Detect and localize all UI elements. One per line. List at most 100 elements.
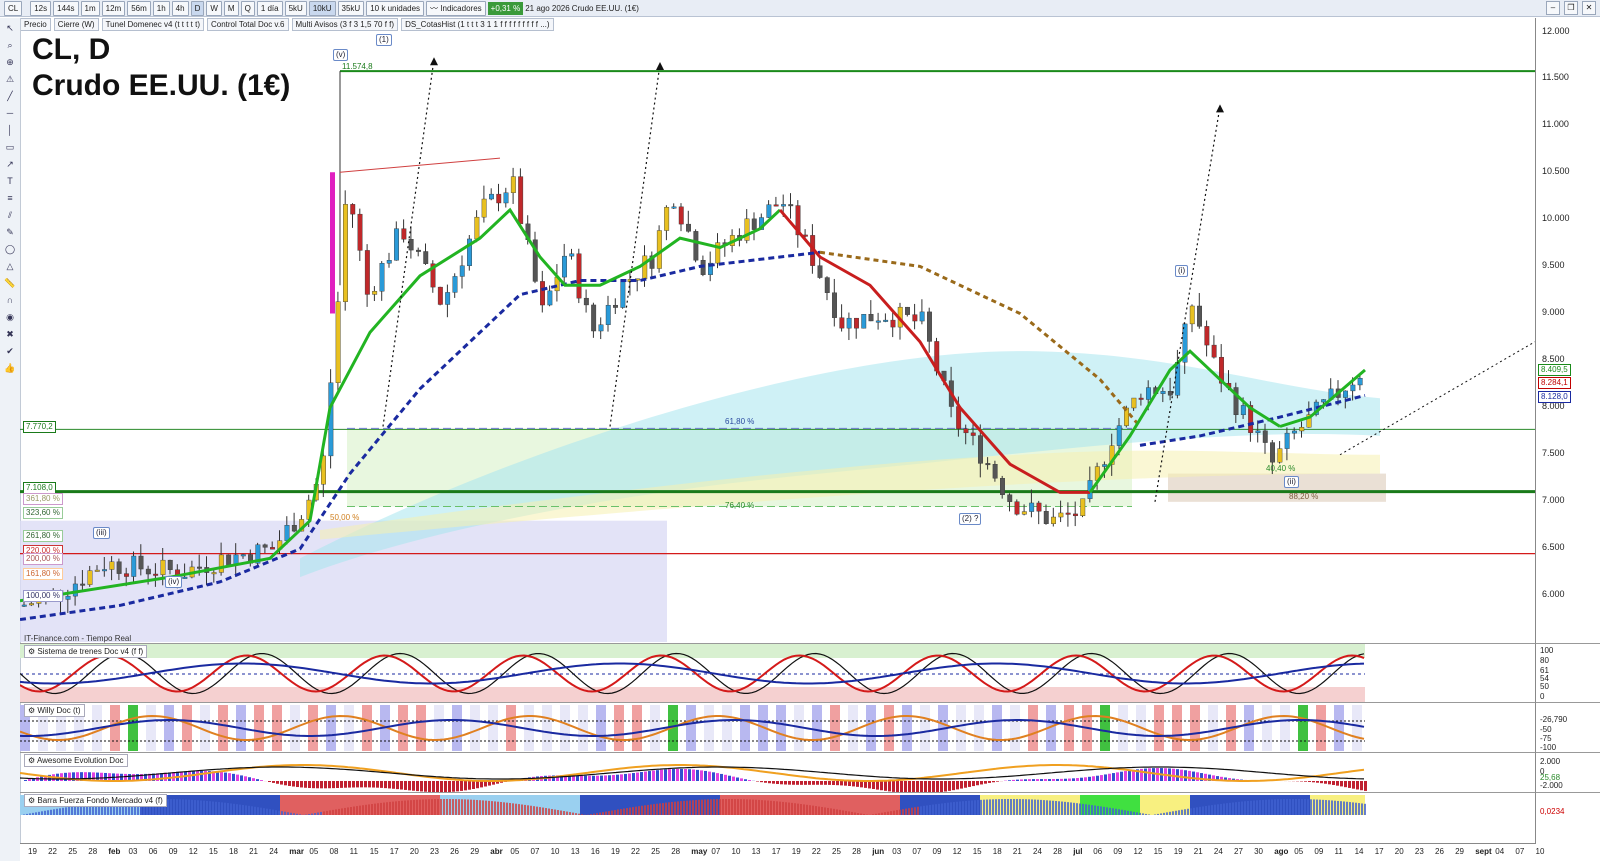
channel-icon[interactable]: ⫽ <box>3 208 17 222</box>
alert-icon[interactable]: ⚠ <box>3 72 17 86</box>
units-selector[interactable]: 10 k unidades <box>366 1 424 16</box>
force-bar <box>473 800 475 815</box>
zoom-icon[interactable]: ⌕ <box>3 38 17 52</box>
force-bar <box>242 805 244 815</box>
force-bar <box>995 799 997 815</box>
settings-icon[interactable]: ⚙ <box>28 756 37 765</box>
force-bar <box>467 800 469 815</box>
candle <box>95 570 100 572</box>
ao-bar <box>1116 772 1119 781</box>
pencil-icon[interactable]: ✎ <box>3 225 17 239</box>
ao-bar <box>1360 781 1363 790</box>
force-bar <box>1253 801 1255 815</box>
volume-5ku[interactable]: 5kU <box>285 1 307 16</box>
pct-label: 161,80 % <box>23 568 63 580</box>
ao-bar <box>700 770 703 781</box>
ao-bar <box>228 773 231 781</box>
candle <box>840 318 845 328</box>
force-bar <box>1184 809 1186 815</box>
rectangle-icon[interactable]: ▭ <box>3 140 17 154</box>
candle <box>548 291 553 305</box>
ao-bar <box>376 781 379 788</box>
period-selector[interactable]: 1 día <box>257 1 283 16</box>
timeframe-q[interactable]: Q <box>241 1 255 16</box>
timeframe-1m[interactable]: 1m <box>81 1 100 16</box>
indicator-chip[interactable]: Tunel Domenec v4 (t t t t t) <box>102 18 204 31</box>
timeframe-56m[interactable]: 56m <box>127 1 151 16</box>
panel-title[interactable]: ⚙ Sistema de trenes Doc v4 (f f) <box>24 645 147 658</box>
cursor-icon[interactable]: ↖ <box>3 21 17 35</box>
force-bar <box>650 804 652 815</box>
settings-icon[interactable]: ⚙ <box>28 796 37 805</box>
trash-icon[interactable]: ✖ <box>3 327 17 341</box>
horizontal-line-icon[interactable]: ─ <box>3 106 17 120</box>
ao-bar <box>1332 781 1335 785</box>
ao-bar <box>332 781 335 788</box>
ao-bar <box>1108 774 1111 781</box>
indicator-chip[interactable]: Precio <box>20 18 51 31</box>
magnet-icon[interactable]: ∩ <box>3 293 17 307</box>
panel-title[interactable]: ⚙ Awesome Evolution Doc <box>24 754 128 767</box>
indicator-chip[interactable]: Control Total Doc v.6 <box>207 18 289 31</box>
willy-bar <box>722 705 732 751</box>
panel-title[interactable]: ⚙ Willy Doc (t) <box>24 704 85 717</box>
timeframe-144s[interactable]: 144s <box>53 1 78 16</box>
indicators-button[interactable]: 〰 Indicadores <box>426 1 486 16</box>
indicator-chip[interactable]: DS_CotasHist (1 t t t 3 1 1 f f f f f f … <box>401 18 554 31</box>
force-bar <box>857 813 859 815</box>
price-axis[interactable]: 12.000 11.500 11.000 10.500 10.000 9.500… <box>1535 18 1600 643</box>
minimize-icon[interactable]: – <box>1546 1 1560 15</box>
willy-bar <box>1208 705 1218 751</box>
text-icon[interactable]: T <box>3 174 17 188</box>
force-bar <box>230 803 232 815</box>
timeframe-m[interactable]: M <box>224 1 239 16</box>
candle <box>591 305 596 331</box>
close-icon[interactable]: ✕ <box>1582 1 1596 15</box>
candle <box>1285 433 1290 448</box>
ao-bar <box>880 781 883 790</box>
zoom-area-icon[interactable]: ⊕ <box>3 55 17 69</box>
timeframe-4h[interactable]: 4h <box>172 1 189 16</box>
wave-label: (1) <box>376 34 392 46</box>
eye-icon[interactable]: ◉ <box>3 310 17 324</box>
timeframe-12m[interactable]: 12m <box>102 1 126 16</box>
candle <box>66 596 71 599</box>
timeframe-d[interactable]: D <box>191 1 205 16</box>
volume-35ku[interactable]: 35kU <box>338 1 365 16</box>
ao-bar <box>1008 780 1011 781</box>
force-bar <box>1067 802 1069 815</box>
restore-icon[interactable]: ❐ <box>1564 1 1578 15</box>
settings-icon[interactable]: ⚙ <box>28 706 37 715</box>
vertical-line-icon[interactable]: │ <box>3 123 17 137</box>
force-bar <box>44 811 46 815</box>
panel-title[interactable]: ⚙ Barra Fuerza Fondo Mercado v4 (f) <box>24 794 167 807</box>
timeframe-w[interactable]: W <box>206 1 222 16</box>
timeframe-12s[interactable]: 12s <box>30 1 51 16</box>
volume-10ku[interactable]: 10kU <box>309 1 336 16</box>
candle <box>1321 399 1326 402</box>
ao-bar <box>576 776 579 781</box>
projection-arrow <box>610 64 660 427</box>
symbol-selector[interactable]: CL <box>4 1 22 16</box>
indicator-chip[interactable]: Multi Avisos (3 f 3 1,5 70 f f) <box>292 18 399 31</box>
indicator-chip[interactable]: Cierre (W) <box>54 18 99 31</box>
date-tick: 06 <box>149 847 158 856</box>
willy-bar <box>182 705 192 751</box>
check-icon[interactable]: ✔ <box>3 344 17 358</box>
force-bar <box>905 809 907 815</box>
arrow-icon[interactable]: ↗ <box>3 157 17 171</box>
fibonacci-icon[interactable]: ≡ <box>3 191 17 205</box>
ellipse-icon[interactable]: ◯ <box>3 242 17 256</box>
timeframe-1h[interactable]: 1h <box>153 1 170 16</box>
price-chart[interactable] <box>20 30 1535 643</box>
thumb-icon[interactable]: 👍 <box>3 361 17 375</box>
settings-icon[interactable]: ⚙ <box>28 647 37 656</box>
force-bar <box>1013 799 1015 815</box>
date-axis[interactable]: 19222528feb0306091215182124mar0508111517… <box>20 843 1535 862</box>
ao-bar <box>1184 770 1187 781</box>
date-tick: 19 <box>611 847 620 856</box>
ruler-icon[interactable]: 📏 <box>3 276 17 290</box>
triangle-icon[interactable]: △ <box>3 259 17 273</box>
line-icon[interactable]: ╱ <box>3 89 17 103</box>
candle <box>664 207 669 230</box>
